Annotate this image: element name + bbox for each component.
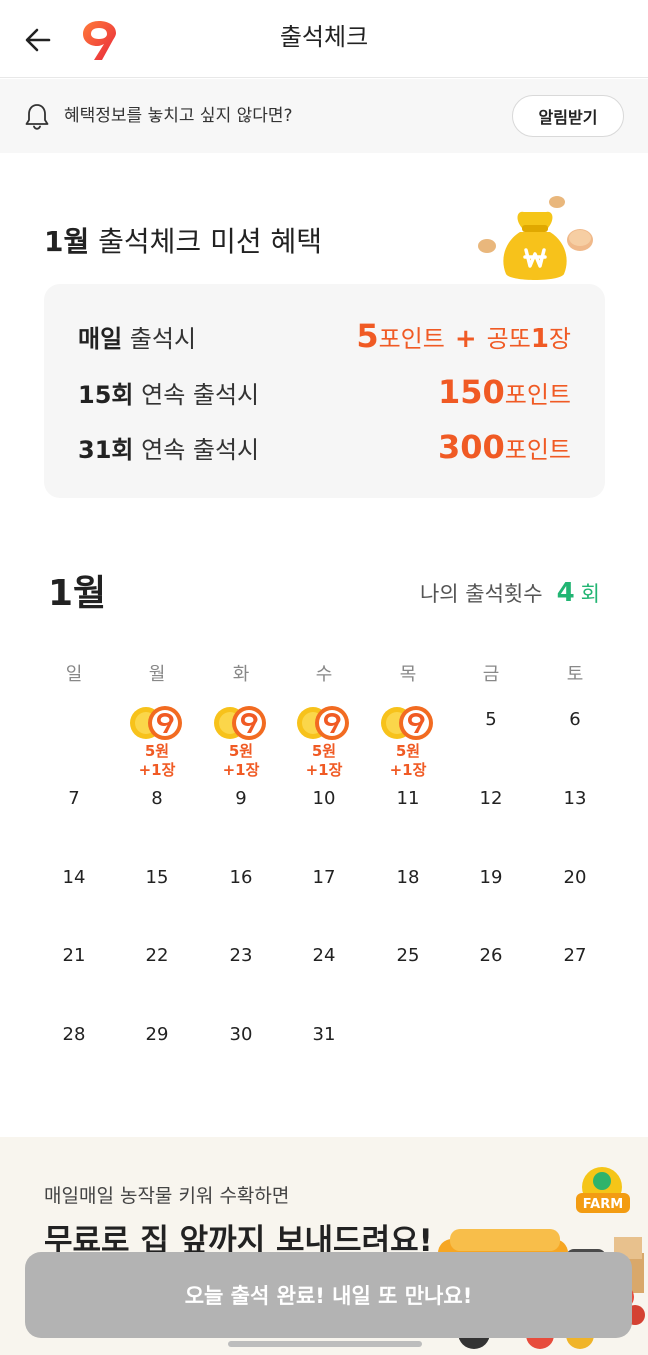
calendar-day-14: 14 <box>62 867 86 888</box>
calendar-day-20: 20 <box>563 867 587 888</box>
stamp-reward-ticket: +1장 <box>389 761 427 779</box>
mission-row-reward: 150 포인트 <box>437 373 571 411</box>
mission-title-text: 출석체크 미션 혜택 <box>89 225 323 258</box>
attendance-stamp-day-2: 5원 +1장 <box>211 704 271 784</box>
coin-stamp-icon <box>381 706 433 740</box>
weekday-fri: 금 <box>482 664 500 685</box>
calendar-month: 1월 <box>48 573 107 614</box>
stamp-reward-text: 5원 +1장 <box>211 742 271 780</box>
banner-subtitle: 매일매일 농작물 키워 수확하면 <box>44 1185 290 1207</box>
calendar-day-8: 8 <box>151 788 163 809</box>
weekday-sun: 일 <box>65 664 83 685</box>
subscribe-notification-button[interactable]: 알림받기 <box>512 95 624 137</box>
calendar-day-29: 29 <box>145 1024 169 1045</box>
coin-stamp-icon <box>130 706 182 740</box>
mission-title-month: 1월 <box>44 225 90 258</box>
calendar-day-18: 18 <box>396 867 420 888</box>
calendar-day-9: 9 <box>235 788 247 809</box>
calendar-day-17: 17 <box>312 867 336 888</box>
stamp-reward-ticket: +1장 <box>222 761 260 779</box>
calendar-day-25: 25 <box>396 945 420 966</box>
calendar-day-28: 28 <box>62 1024 86 1045</box>
attendance-stamp-day-1: 5원 +1장 <box>127 704 187 784</box>
calendar-day-10: 10 <box>312 788 336 809</box>
stamp-reward-amount: 5원 <box>144 742 170 760</box>
money-bag-icon <box>478 196 593 280</box>
mission-row-label: 15회 연속 출석시 <box>78 380 260 409</box>
weekday-thu: 목 <box>399 664 417 685</box>
stamp-reward-amount: 5원 <box>228 742 254 760</box>
calendar-day-15: 15 <box>145 867 169 888</box>
weekday-mon: 월 <box>148 664 166 685</box>
calendar-day-27: 27 <box>563 945 587 966</box>
mission-row-label: 매일 출석시 <box>78 324 197 353</box>
attendance-stamp-day-3: 5원 +1장 <box>294 704 354 784</box>
notice-text: 혜택정보를 놓치고 싶지 않다면? <box>64 106 293 126</box>
coin-stamp-icon <box>297 706 349 740</box>
weekday-wed: 수 <box>315 664 333 685</box>
home-indicator[interactable] <box>228 1341 422 1347</box>
mission-row-reward: 5 포인트 + 공또 1 장 <box>356 317 571 355</box>
calendar-day-13: 13 <box>563 788 587 809</box>
stamp-reward-text: 5원 +1장 <box>294 742 354 780</box>
calendar-day-30: 30 <box>229 1024 253 1045</box>
weekday-tue: 화 <box>232 664 250 685</box>
stamp-reward-ticket: +1장 <box>138 761 176 779</box>
calendar-day-19: 19 <box>479 867 503 888</box>
stamp-reward-text: 5원 +1장 <box>378 742 438 780</box>
calendar-day-5: 5 <box>485 709 497 730</box>
stamp-reward-amount: 5원 <box>311 742 337 760</box>
coin-stamp-icon <box>214 706 266 740</box>
calendar-day-6: 6 <box>569 709 581 730</box>
calendar-day-12: 12 <box>479 788 503 809</box>
calendar-day-16: 16 <box>229 867 253 888</box>
app-header: 출석체크 <box>0 0 648 78</box>
attendance-count: 나의 출석횟수 4 회 <box>420 578 600 608</box>
calendar-day-7: 7 <box>68 788 80 809</box>
calendar-day-11: 11 <box>396 788 420 809</box>
calendar-day-21: 21 <box>62 945 86 966</box>
stamp-reward-amount: 5원 <box>395 742 421 760</box>
attendance-count-unit: 회 <box>580 582 600 606</box>
mission-row-31-days: 31회 연속 출석시 300 포인트 <box>78 427 571 467</box>
attendance-count-label: 나의 출석횟수 <box>419 582 543 606</box>
mission-benefits-box: 매일 출석시 5 포인트 + 공또 1 장 15회 연속 출석시 150 포인트 31회… <box>44 284 605 498</box>
stamp-reward-text: 5원 +1장 <box>127 742 187 780</box>
attendance-stamp-day-4: 5원 +1장 <box>378 704 438 784</box>
mission-title: 1월 출석체크 미션 혜택 <box>44 222 322 262</box>
calendar-day-23: 23 <box>229 945 253 966</box>
calendar-day-24: 24 <box>312 945 336 966</box>
weekday-sat: 토 <box>566 664 584 685</box>
stamp-reward-ticket: +1장 <box>305 761 343 779</box>
calendar-day-22: 22 <box>145 945 169 966</box>
calendar-day-31: 31 <box>312 1024 336 1045</box>
mission-row-label: 31회 연속 출석시 <box>78 435 260 464</box>
mission-row-15-days: 15회 연속 출석시 150 포인트 <box>78 372 571 412</box>
page-title: 출석체크 <box>279 23 369 51</box>
mission-row-reward: 300 포인트 <box>437 428 571 466</box>
farm-badge-text: FARM <box>583 1197 623 1212</box>
bell-icon <box>25 104 49 130</box>
attendance-complete-toast: 오늘 출석 완료! 내일 또 만나요! <box>25 1252 632 1338</box>
calendar-day-26: 26 <box>479 945 503 966</box>
mission-row-daily: 매일 출석시 5 포인트 + 공또 1 장 <box>78 316 571 356</box>
notification-bar: 혜택정보를 놓치고 싶지 않다면? 알림받기 <box>0 79 648 153</box>
attendance-count-value: 4 <box>556 578 575 608</box>
